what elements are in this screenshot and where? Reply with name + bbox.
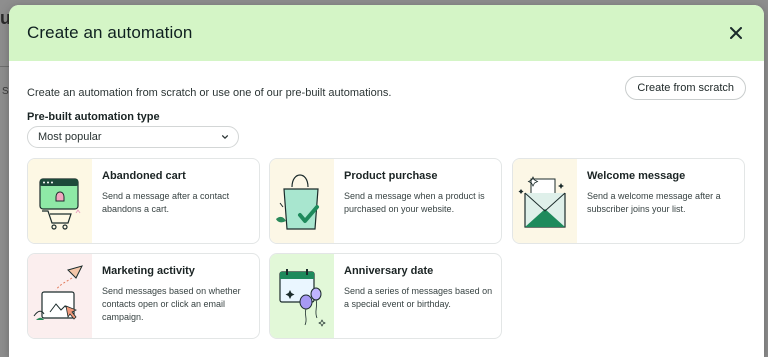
shopping-bag-illustration-icon	[270, 159, 334, 243]
card-product-purchase[interactable]: Product purchase Send a message when a p…	[269, 158, 502, 244]
envelope-illustration-icon	[513, 159, 577, 243]
card-description: Send a welcome message after a subscribe…	[587, 191, 721, 214]
card-title: Product purchase	[344, 170, 438, 182]
card-description: Send a message after a contact abandons …	[102, 191, 230, 214]
card-description: Send messages based on whether contacts …	[102, 286, 241, 322]
close-button[interactable]	[726, 23, 746, 43]
paper-plane-illustration-icon	[28, 254, 92, 338]
automation-type-value: Most popular	[38, 131, 102, 143]
card-title: Welcome message	[587, 170, 686, 182]
card-marketing-activity[interactable]: Marketing activity Send messages based o…	[27, 253, 260, 339]
card-welcome-message[interactable]: Welcome message Send a welcome message a…	[512, 158, 745, 244]
create-automation-modal: Create an automation Create an automatio…	[9, 5, 764, 357]
create-from-scratch-button[interactable]: Create from scratch	[625, 76, 746, 100]
card-description: Send a series of messages based on a spe…	[344, 286, 493, 309]
backdrop-side-text: S	[2, 86, 9, 97]
modal-header: Create an automation	[9, 5, 764, 61]
modal-title: Create an automation	[27, 23, 193, 42]
automation-type-label: Pre-built automation type	[27, 111, 160, 123]
card-abandoned-cart[interactable]: Abandoned cart Send a message after a co…	[27, 158, 260, 244]
chevron-down-icon	[221, 135, 229, 139]
shopping-cart-illustration-icon	[28, 159, 92, 243]
calendar-balloon-illustration-icon	[270, 254, 334, 338]
card-anniversary-date[interactable]: Anniversary date Send a series of messag…	[269, 253, 502, 339]
automation-type-select[interactable]: Most popular	[27, 126, 239, 148]
card-title: Anniversary date	[344, 265, 434, 277]
close-icon	[730, 27, 742, 39]
card-title: Marketing activity	[102, 265, 195, 277]
card-title: Abandoned cart	[102, 170, 186, 182]
intro-text: Create an automation from scratch or use…	[27, 87, 392, 99]
card-description: Send a message when a product is purchas…	[344, 191, 485, 214]
